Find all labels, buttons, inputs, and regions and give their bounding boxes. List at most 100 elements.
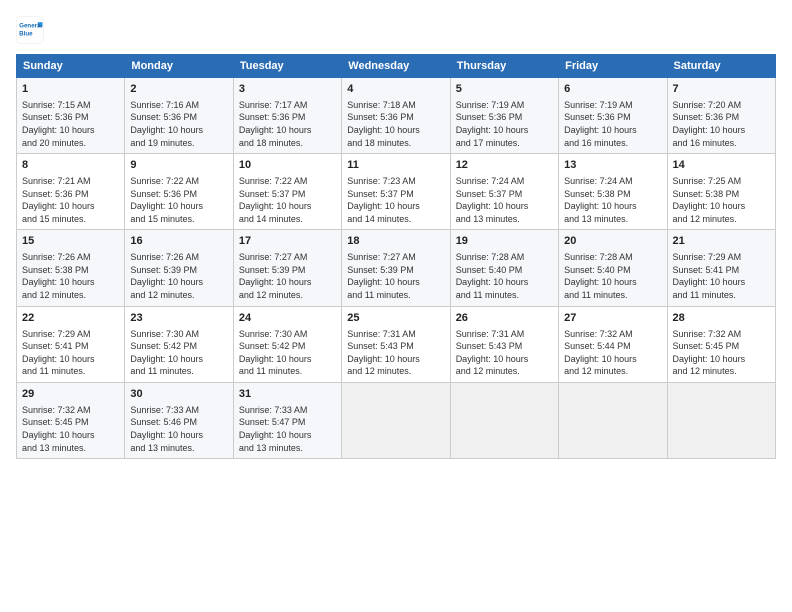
logo-icon: General Blue	[16, 16, 44, 44]
weekday-header: Thursday	[450, 55, 558, 78]
weekday-header: Wednesday	[342, 55, 450, 78]
calendar-cell: 1 Sunrise: 7:15 AM Sunset: 5:36 PM Daylig…	[17, 78, 125, 154]
day-info: Sunrise: 7:33 AM Sunset: 5:46 PM Dayligh…	[130, 404, 227, 454]
calendar-cell: 14Sunrise: 7:25 AM Sunset: 5:38 PM Dayli…	[667, 154, 775, 230]
day-number: 18	[347, 234, 444, 249]
day-number: 13	[564, 158, 661, 173]
day-number: 27	[564, 311, 661, 326]
day-info: Sunrise: 7:17 AM Sunset: 5:36 PM Dayligh…	[239, 99, 336, 149]
day-info: Sunrise: 7:23 AM Sunset: 5:37 PM Dayligh…	[347, 175, 444, 225]
svg-text:Blue: Blue	[19, 30, 33, 37]
calendar-week-row: 22 Sunrise: 7:29 AM Sunset: 5:41 PM Dayli…	[17, 306, 776, 382]
calendar-cell: 19 Sunrise: 7:28 AM Sunset: 5:40 PM Dayli…	[450, 230, 558, 306]
day-info: Sunrise: 7:27 AM Sunset: 5:39 PM Dayligh…	[239, 251, 336, 301]
day-info: Sunrise: 7:15 AM Sunset: 5:36 PM Dayligh…	[22, 99, 119, 149]
day-number: 29	[22, 387, 119, 402]
day-number: 16	[130, 234, 227, 249]
day-info: Sunrise: 7:25 AM Sunset: 5:38 PM Dayligh…	[673, 175, 770, 225]
day-info: Sunrise: 7:28 AM Sunset: 5:40 PM Dayligh…	[564, 251, 661, 301]
calendar-cell	[342, 382, 450, 458]
calendar-cell: 28 Sunrise: 7:32 AM Sunset: 5:45 PM Dayli…	[667, 306, 775, 382]
day-number: 28	[673, 311, 770, 326]
calendar-cell	[450, 382, 558, 458]
day-info: Sunrise: 7:30 AM Sunset: 5:42 PM Dayligh…	[130, 328, 227, 378]
day-number: 4	[347, 82, 444, 97]
day-number: 22	[22, 311, 119, 326]
day-info: Sunrise: 7:18 AM Sunset: 5:36 PM Dayligh…	[347, 99, 444, 149]
calendar-week-row: 29Sunrise: 7:32 AM Sunset: 5:45 PM Dayli…	[17, 382, 776, 458]
day-number: 1	[22, 82, 119, 97]
calendar-header-row: SundayMondayTuesdayWednesdayThursdayFrid…	[17, 55, 776, 78]
day-info: Sunrise: 7:20 AM Sunset: 5:36 PM Dayligh…	[673, 99, 770, 149]
calendar-cell: 4 Sunrise: 7:18 AM Sunset: 5:36 PM Daylig…	[342, 78, 450, 154]
calendar-cell: 23 Sunrise: 7:30 AM Sunset: 5:42 PM Dayli…	[125, 306, 233, 382]
weekday-header: Tuesday	[233, 55, 341, 78]
day-info: Sunrise: 7:26 AM Sunset: 5:38 PM Dayligh…	[22, 251, 119, 301]
day-number: 3	[239, 82, 336, 97]
calendar-cell: 21 Sunrise: 7:29 AM Sunset: 5:41 PM Dayli…	[667, 230, 775, 306]
day-number: 11	[347, 158, 444, 173]
page-header: General Blue	[16, 16, 776, 44]
day-info: Sunrise: 7:19 AM Sunset: 5:36 PM Dayligh…	[564, 99, 661, 149]
day-info: Sunrise: 7:29 AM Sunset: 5:41 PM Dayligh…	[673, 251, 770, 301]
day-number: 19	[456, 234, 553, 249]
day-number: 23	[130, 311, 227, 326]
calendar-cell: 11 Sunrise: 7:23 AM Sunset: 5:37 PM Dayli…	[342, 154, 450, 230]
calendar-week-row: 1 Sunrise: 7:15 AM Sunset: 5:36 PM Daylig…	[17, 78, 776, 154]
calendar-cell: 31 Sunrise: 7:33 AM Sunset: 5:47 PM Dayli…	[233, 382, 341, 458]
day-info: Sunrise: 7:21 AM Sunset: 5:36 PM Dayligh…	[22, 175, 119, 225]
day-info: Sunrise: 7:30 AM Sunset: 5:42 PM Dayligh…	[239, 328, 336, 378]
day-info: Sunrise: 7:31 AM Sunset: 5:43 PM Dayligh…	[456, 328, 553, 378]
day-number: 26	[456, 311, 553, 326]
day-number: 31	[239, 387, 336, 402]
calendar-cell: 27Sunrise: 7:32 AM Sunset: 5:44 PM Dayli…	[559, 306, 667, 382]
calendar-cell: 12Sunrise: 7:24 AM Sunset: 5:37 PM Dayli…	[450, 154, 558, 230]
calendar-cell: 25 Sunrise: 7:31 AM Sunset: 5:43 PM Dayli…	[342, 306, 450, 382]
calendar-cell: 3 Sunrise: 7:17 AM Sunset: 5:36 PM Daylig…	[233, 78, 341, 154]
weekday-header: Sunday	[17, 55, 125, 78]
calendar-cell: 7 Sunrise: 7:20 AM Sunset: 5:36 PM Daylig…	[667, 78, 775, 154]
day-number: 2	[130, 82, 227, 97]
calendar-cell: 10Sunrise: 7:22 AM Sunset: 5:37 PM Dayli…	[233, 154, 341, 230]
day-info: Sunrise: 7:32 AM Sunset: 5:45 PM Dayligh…	[673, 328, 770, 378]
day-number: 6	[564, 82, 661, 97]
day-number: 17	[239, 234, 336, 249]
day-info: Sunrise: 7:22 AM Sunset: 5:36 PM Dayligh…	[130, 175, 227, 225]
calendar-cell: 13Sunrise: 7:24 AM Sunset: 5:38 PM Dayli…	[559, 154, 667, 230]
day-number: 7	[673, 82, 770, 97]
day-info: Sunrise: 7:28 AM Sunset: 5:40 PM Dayligh…	[456, 251, 553, 301]
calendar-cell: 2 Sunrise: 7:16 AM Sunset: 5:36 PM Daylig…	[125, 78, 233, 154]
day-info: Sunrise: 7:24 AM Sunset: 5:37 PM Dayligh…	[456, 175, 553, 225]
day-number: 10	[239, 158, 336, 173]
calendar: SundayMondayTuesdayWednesdayThursdayFrid…	[16, 54, 776, 459]
day-number: 25	[347, 311, 444, 326]
day-number: 9	[130, 158, 227, 173]
calendar-cell: 6 Sunrise: 7:19 AM Sunset: 5:36 PM Daylig…	[559, 78, 667, 154]
weekday-header: Friday	[559, 55, 667, 78]
weekday-header: Monday	[125, 55, 233, 78]
calendar-cell	[559, 382, 667, 458]
day-info: Sunrise: 7:31 AM Sunset: 5:43 PM Dayligh…	[347, 328, 444, 378]
logo: General Blue	[16, 16, 48, 44]
day-number: 8	[22, 158, 119, 173]
calendar-cell: 29Sunrise: 7:32 AM Sunset: 5:45 PM Dayli…	[17, 382, 125, 458]
day-number: 21	[673, 234, 770, 249]
day-number: 24	[239, 311, 336, 326]
day-info: Sunrise: 7:33 AM Sunset: 5:47 PM Dayligh…	[239, 404, 336, 454]
day-number: 20	[564, 234, 661, 249]
day-info: Sunrise: 7:29 AM Sunset: 5:41 PM Dayligh…	[22, 328, 119, 378]
calendar-cell: 16Sunrise: 7:26 AM Sunset: 5:39 PM Dayli…	[125, 230, 233, 306]
calendar-week-row: 8 Sunrise: 7:21 AM Sunset: 5:36 PM Daylig…	[17, 154, 776, 230]
day-number: 5	[456, 82, 553, 97]
day-info: Sunrise: 7:16 AM Sunset: 5:36 PM Dayligh…	[130, 99, 227, 149]
day-info: Sunrise: 7:27 AM Sunset: 5:39 PM Dayligh…	[347, 251, 444, 301]
day-number: 15	[22, 234, 119, 249]
calendar-cell: 8 Sunrise: 7:21 AM Sunset: 5:36 PM Daylig…	[17, 154, 125, 230]
calendar-cell: 30 Sunrise: 7:33 AM Sunset: 5:46 PM Dayli…	[125, 382, 233, 458]
calendar-cell: 20 Sunrise: 7:28 AM Sunset: 5:40 PM Dayli…	[559, 230, 667, 306]
day-info: Sunrise: 7:19 AM Sunset: 5:36 PM Dayligh…	[456, 99, 553, 149]
calendar-cell: 17 Sunrise: 7:27 AM Sunset: 5:39 PM Dayli…	[233, 230, 341, 306]
calendar-cell: 5 Sunrise: 7:19 AM Sunset: 5:36 PM Daylig…	[450, 78, 558, 154]
weekday-header: Saturday	[667, 55, 775, 78]
day-number: 30	[130, 387, 227, 402]
